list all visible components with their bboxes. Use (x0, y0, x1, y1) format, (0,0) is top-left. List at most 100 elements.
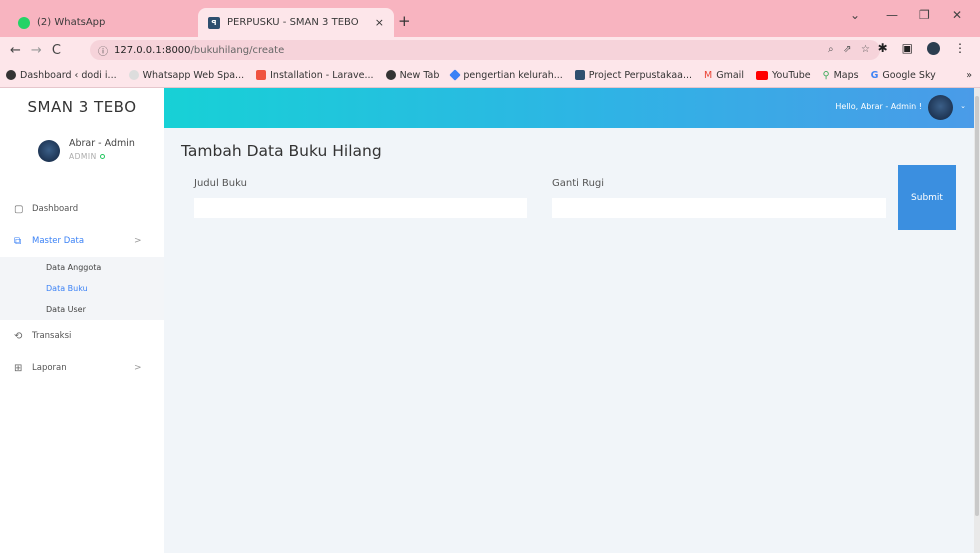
table-icon: ⊞ (14, 362, 23, 374)
sidebar-item-label: Transaksi (32, 331, 72, 341)
sidebar-item-label: Laporan (32, 363, 67, 373)
submenu-item-data-buku[interactable]: Data Buku (0, 278, 164, 299)
google-icon: G (870, 69, 879, 81)
url-path: /bukuhilang/create (190, 44, 285, 56)
gmail-icon: M (704, 69, 713, 81)
bookmarks-bar: Dashboard ‹ dodi i... Whatsapp Web Spa..… (0, 63, 980, 88)
sidebar-item-label: Dashboard (32, 204, 79, 214)
main-content: Tambah Data Buku Hilang Judul Buku Ganti… (164, 128, 974, 553)
bookmark-icon (6, 70, 16, 80)
avatar[interactable] (928, 95, 953, 120)
share-icon[interactable]: ⇗ (843, 44, 851, 55)
history-icon: ⟲ (14, 330, 23, 342)
user-profile: Abrar - Admin ADMIN (38, 138, 135, 162)
tab-close-icon[interactable]: × (375, 16, 384, 29)
bookmark-label: Project Perpustakaa... (588, 69, 693, 81)
sidebar: SMAN 3 TEBO Abrar - Admin ADMIN ▢ Dashbo… (0, 88, 164, 553)
online-status-icon (99, 154, 105, 159)
bookmark-item[interactable]: YouTube (755, 69, 811, 81)
chevron-right-icon: > (134, 236, 142, 246)
sidebar-item-master-data[interactable]: ⧉ Master Data > (0, 225, 164, 257)
bookmark-icon (574, 70, 585, 80)
bookmark-label: Maps (833, 69, 859, 81)
page-title: Tambah Data Buku Hilang (181, 142, 382, 160)
menu-kebab-icon[interactable]: ⋮ (954, 41, 966, 55)
user-greeting: Hello, Abrar - Admin ! (835, 102, 922, 111)
tab-search-icon[interactable]: ⌄ (850, 8, 860, 22)
forward-button[interactable]: → (31, 43, 42, 58)
bookmark-label: Google Sky (882, 69, 936, 81)
address-bar-row: ← → C ⓘ 127.0.0.1:8000 /bukuhilang/creat… (0, 37, 980, 63)
sidebar-item-transaksi[interactable]: ⟲ Transaksi (0, 320, 164, 352)
tab-title: (2) WhatsApp (37, 17, 106, 28)
profile-name: Abrar - Admin (69, 138, 135, 149)
submenu-item-data-user[interactable]: Data User (0, 299, 164, 320)
bookmark-item[interactable]: Dashboard ‹ dodi i... (6, 70, 117, 81)
avatar (38, 140, 60, 162)
bookmark-item[interactable]: Installation - Larave... (256, 69, 374, 81)
bookmark-item[interactable]: M Gmail (704, 70, 744, 81)
ganti-rugi-label: Ganti Rugi (552, 178, 605, 189)
bookmark-item[interactable]: pengertian kelurah... (449, 69, 563, 81)
bookmark-item[interactable]: New Tab (385, 69, 440, 81)
dashboard-icon: ▢ (14, 203, 24, 215)
bookmark-label: Whatsapp Web Spa... (142, 69, 245, 81)
submit-button[interactable]: Submit (898, 165, 956, 230)
sidebar-item-dashboard[interactable]: ▢ Dashboard (0, 193, 164, 225)
judul-buku-input[interactable] (194, 198, 527, 218)
brand-title[interactable]: SMAN 3 TEBO (0, 88, 164, 126)
profile-role: ADMIN (69, 152, 135, 161)
bookmark-icon (128, 70, 139, 80)
omnibox-actions: ⌕ ⇗ ☆ (828, 44, 870, 55)
zoom-icon[interactable]: ⌕ (828, 44, 834, 55)
bookmark-label: Installation - Larave... (270, 69, 374, 81)
url-input[interactable]: ⓘ 127.0.0.1:8000 /bukuhilang/create ⌕ ⇗ … (90, 40, 880, 60)
bookmark-item[interactable]: Project Perpustakaa... (574, 69, 693, 81)
top-header: Hello, Abrar - Admin ! ⌄ (164, 88, 974, 128)
bookmark-icon (385, 70, 396, 80)
tab-perpusku[interactable]: ꟼ PERPUSKU - SMAN 3 TEBO × (198, 8, 394, 37)
extension-toolbar: ✱ ▣ ⋮ (878, 41, 966, 55)
back-button[interactable]: ← (10, 43, 21, 58)
scrollbar-thumb[interactable] (975, 96, 979, 516)
submenu-item-data-anggota[interactable]: Data Anggota (0, 257, 164, 278)
browser-tab-bar: (2) WhatsApp × ꟼ PERPUSKU - SMAN 3 TEBO … (0, 0, 980, 37)
reload-button[interactable]: C (52, 43, 61, 58)
bookmark-label: New Tab (399, 69, 440, 81)
minimize-button[interactable]: — (886, 8, 898, 22)
tab-title: PERPUSKU - SMAN 3 TEBO (227, 17, 359, 28)
bookmark-item[interactable]: ⚲ Maps (823, 70, 859, 81)
bookmarks-overflow[interactable]: » (966, 70, 972, 81)
youtube-icon (755, 70, 768, 80)
extensions-icon[interactable]: ✱ (878, 41, 888, 55)
bookmark-item[interactable]: Whatsapp Web Spa... (128, 69, 245, 81)
bookmark-item[interactable]: G Google Sky (871, 70, 936, 81)
bookmark-label: pengertian kelurah... (463, 69, 563, 81)
judul-buku-label: Judul Buku (194, 178, 247, 189)
chevron-down-icon[interactable]: ⌄ (960, 102, 966, 110)
info-icon: ⓘ (98, 46, 108, 58)
ganti-rugi-input[interactable] (552, 198, 886, 218)
site-favicon-icon: ꟼ (208, 16, 220, 29)
side-panel-icon[interactable]: ▣ (902, 41, 913, 55)
sidebar-menu: ▢ Dashboard ⧉ Master Data > Data Anggota… (0, 193, 164, 384)
master-data-submenu: Data Anggota Data Buku Data User (0, 257, 164, 320)
bookmark-label: YouTube (771, 69, 811, 81)
bookmark-icon (449, 69, 462, 81)
bookmark-label: Dashboard ‹ dodi i... (20, 69, 117, 81)
chevron-right-icon: > (134, 363, 142, 373)
copy-icon: ⧉ (14, 235, 22, 247)
url-domain: 127.0.0.1:8000 (114, 44, 191, 56)
profile-avatar[interactable] (927, 41, 940, 55)
profile-role-text: ADMIN (69, 152, 97, 161)
maps-pin-icon: ⚲ (822, 69, 830, 81)
sidebar-item-label: Master Data (32, 236, 85, 246)
sidebar-item-laporan[interactable]: ⊞ Laporan > (0, 352, 164, 384)
new-tab-button[interactable]: + (398, 12, 411, 30)
close-window-button[interactable]: ✕ (952, 8, 962, 22)
restore-button[interactable]: ❐ (919, 8, 930, 22)
whatsapp-icon (18, 16, 30, 29)
bookmark-star-icon[interactable]: ☆ (861, 44, 870, 55)
bookmark-icon (256, 70, 267, 80)
bookmark-label: Gmail (716, 69, 744, 81)
